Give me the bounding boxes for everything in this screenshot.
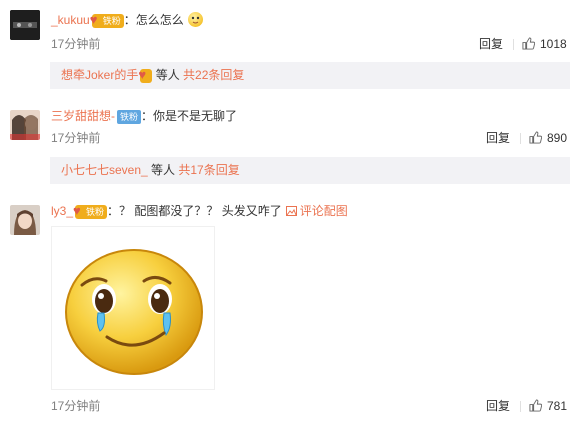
- heart-icon: ♥: [138, 66, 147, 82]
- fan-badge: ♥: [138, 66, 153, 83]
- heart-icon: ♥: [89, 11, 98, 27]
- comment-text: ：怎么怎么: [123, 13, 184, 27]
- sub-reply-middle: 等人: [152, 68, 184, 82]
- thumb-up-icon: [529, 399, 543, 412]
- sub-reply-user[interactable]: 小七七七seven_: [61, 163, 148, 177]
- comment-text: ：？ 配图都没了？？ 头发又咋了: [107, 204, 282, 218]
- fan-badge[interactable]: 铁粉: [117, 109, 142, 124]
- heart-icon: ♥: [73, 202, 81, 218]
- like-count: 1018: [540, 37, 567, 51]
- fan-badge[interactable]: ♥ 铁粉: [73, 202, 108, 219]
- avatar-image: [10, 205, 40, 235]
- comment-image[interactable]: [51, 226, 215, 390]
- badge-label: 铁粉: [102, 15, 121, 26]
- sub-reply-count-link[interactable]: 共17条回复: [178, 163, 239, 177]
- avatar[interactable]: [10, 110, 40, 140]
- reply-button[interactable]: 回复: [486, 130, 510, 146]
- comment-time: 17分钟前: [51, 131, 101, 145]
- sub-reply-middle: 等人: [147, 163, 179, 177]
- sub-replies[interactable]: 想牵Joker的手 ♥ 等人 共22条回复: [50, 62, 570, 89]
- reply-button[interactable]: 回复: [486, 398, 510, 414]
- sub-reply-count-link[interactable]: 共22条回复: [183, 68, 244, 82]
- sub-reply-user[interactable]: 想牵Joker的手: [61, 68, 138, 82]
- avatar-image: [10, 110, 40, 140]
- avatar[interactable]: [10, 10, 40, 40]
- like-button[interactable]: 781: [529, 398, 567, 414]
- username[interactable]: 三岁甜甜想-: [51, 109, 115, 123]
- picture-link-label: 评论配图: [299, 204, 348, 218]
- like-count: 890: [547, 131, 568, 145]
- sub-replies[interactable]: 小七七七seven_ 等人 共17条回复: [50, 157, 570, 184]
- comment-time: 17分钟前: [51, 37, 101, 51]
- picture-icon: [285, 206, 297, 216]
- like-count: 781: [547, 399, 568, 413]
- doge-emoji-icon: [188, 12, 204, 27]
- reply-button[interactable]: 回复: [479, 36, 503, 52]
- like-button[interactable]: 1018: [522, 36, 567, 52]
- thumb-up-icon: [522, 37, 536, 50]
- comment-time: 17分钟前: [51, 399, 101, 413]
- badge-label: 铁粉: [86, 206, 105, 217]
- avatar-image: [10, 10, 40, 40]
- divider: [520, 401, 521, 412]
- divider: [513, 39, 514, 50]
- like-button[interactable]: 890: [529, 130, 567, 146]
- comment-picture-link[interactable]: 评论配图: [285, 204, 348, 218]
- username[interactable]: ly3_: [51, 204, 73, 218]
- crying-emoji: [65, 249, 203, 375]
- fan-badge[interactable]: ♥ 铁粉: [89, 11, 124, 28]
- thumb-up-icon: [529, 131, 543, 144]
- divider: [520, 133, 521, 144]
- comment-text: ：你是不是无聊了: [141, 109, 238, 123]
- avatar[interactable]: [10, 205, 40, 235]
- username[interactable]: _kukuu: [51, 13, 90, 27]
